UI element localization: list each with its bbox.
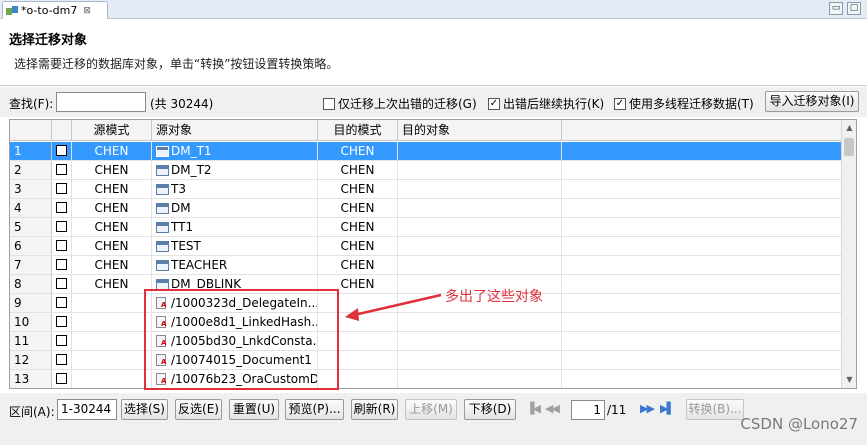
first-page-icon[interactable]: ▐◀	[526, 402, 541, 415]
page-number-input[interactable]: 1	[571, 400, 605, 420]
move-up-button[interactable]: 上移(M)	[405, 399, 457, 420]
page-total: /11	[607, 403, 627, 417]
annotation-text: 多出了这些对象	[445, 289, 543, 305]
range-input[interactable]: 1-30244	[57, 399, 117, 420]
preview-button[interactable]: 预览(P)...	[285, 399, 344, 420]
range-label: 区间(A):	[9, 405, 55, 419]
prev-page-icon[interactable]: ◀◀	[545, 402, 560, 415]
bottom-toolbar: 区间(A): 1-30244 选择(S) 反选(E) 重置(U) 预览(P)..…	[0, 393, 867, 445]
next-page-icon[interactable]: ▶▶	[640, 402, 655, 415]
watermark: CSDN @Lono27	[740, 415, 858, 433]
reset-button[interactable]: 重置(U)	[229, 399, 279, 420]
last-page-icon[interactable]: ▶▌	[660, 402, 675, 415]
select-button[interactable]: 选择(S)	[121, 399, 168, 420]
refresh-button[interactable]: 刷新(R)	[351, 399, 398, 420]
annotation-arrow-icon	[345, 293, 442, 321]
convert-button[interactable]: 转换(B)...	[686, 399, 744, 420]
move-down-button[interactable]: 下移(D)	[464, 399, 516, 420]
invert-selection-button[interactable]: 反选(E)	[175, 399, 222, 420]
